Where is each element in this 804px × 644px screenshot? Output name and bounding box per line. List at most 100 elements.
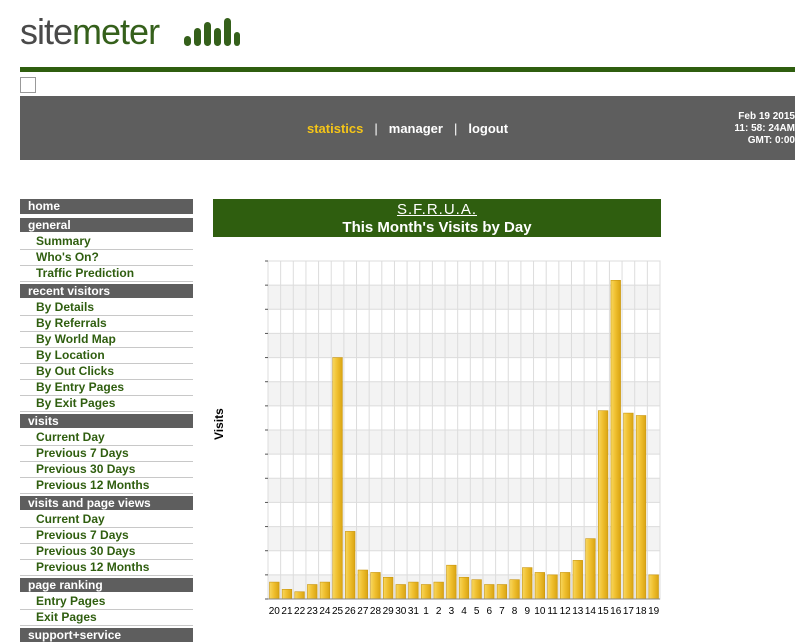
bar bbox=[458, 576, 470, 600]
x-tick-label: 15 bbox=[598, 606, 610, 617]
sidebar-group-support-service: support+service bbox=[20, 628, 193, 642]
sidebar-heading[interactable]: page ranking bbox=[20, 578, 193, 592]
bar bbox=[534, 572, 545, 600]
x-tick-label: 10 bbox=[534, 606, 546, 617]
x-tick-label: 12 bbox=[560, 606, 572, 617]
nav-statistics[interactable]: statistics bbox=[307, 121, 363, 136]
sidebar-item-exit-pages[interactable]: Exit Pages bbox=[20, 610, 193, 626]
sidebar-item-previous-12-months[interactable]: Previous 12 Months bbox=[20, 560, 193, 576]
sidebar-item-by-exit-pages[interactable]: By Exit Pages bbox=[20, 396, 193, 412]
nav-logout[interactable]: logout bbox=[468, 121, 508, 136]
sidebar-item-previous-30-days[interactable]: Previous 30 Days bbox=[20, 462, 193, 478]
bar bbox=[281, 589, 293, 600]
x-tick-label: 8 bbox=[512, 606, 518, 617]
x-tick-label: 18 bbox=[635, 606, 647, 617]
bar bbox=[547, 574, 558, 600]
x-tick-label: 6 bbox=[487, 606, 493, 617]
bar bbox=[446, 564, 457, 600]
x-tick-label: 2 bbox=[436, 606, 442, 617]
sidebar-item-entry-pages[interactable]: Entry Pages bbox=[20, 594, 193, 610]
date-text: Feb 19 2015 bbox=[738, 111, 795, 122]
bar bbox=[610, 280, 621, 600]
sidebar: home general Summary Who's On? Traffic P… bbox=[20, 199, 193, 644]
sidebar-item-previous-30-days[interactable]: Previous 30 Days bbox=[20, 544, 193, 560]
x-tick-label: 11 bbox=[547, 606, 558, 617]
bar bbox=[433, 581, 444, 600]
sidebar-item-by-details[interactable]: By Details bbox=[20, 300, 193, 316]
sidebar-item-by-entry-pages[interactable]: By Entry Pages bbox=[20, 380, 193, 396]
x-tick-label: 20 bbox=[269, 606, 281, 617]
bar bbox=[585, 538, 596, 600]
x-tick-label: 1 bbox=[423, 606, 429, 617]
sidebar-item-by-world-map[interactable]: By World Map bbox=[20, 332, 193, 348]
x-tick-label: 3 bbox=[449, 606, 455, 617]
x-tick-label: 26 bbox=[345, 606, 357, 617]
y-axis-label: Visits bbox=[212, 408, 226, 440]
sidebar-item-summary[interactable]: Summary bbox=[20, 234, 193, 250]
sidebar-item-previous-7-days[interactable]: Previous 7 Days bbox=[20, 446, 193, 462]
x-tick-label: 14 bbox=[585, 606, 597, 617]
nav-separator: | bbox=[374, 121, 378, 136]
broken-image-icon bbox=[20, 77, 36, 93]
sidebar-group-visits: visits Current Day Previous 7 Days Previ… bbox=[20, 414, 193, 494]
sidebar-heading[interactable]: visits and page views bbox=[20, 496, 193, 510]
bar bbox=[370, 572, 381, 600]
chart-header: S.F.R.U.A. This Month's Visits by Day bbox=[213, 199, 661, 237]
x-tick-label: 24 bbox=[319, 606, 331, 617]
header-rule bbox=[20, 67, 795, 72]
x-tick-label: 25 bbox=[332, 606, 344, 617]
sidebar-item-previous-7-days[interactable]: Previous 7 Days bbox=[20, 528, 193, 544]
sidebar-item-by-location[interactable]: By Location bbox=[20, 348, 193, 364]
server-datetime: Feb 19 2015 11: 58: 24AM GMT: 0:00 bbox=[734, 111, 795, 147]
bar bbox=[332, 357, 343, 600]
x-tick-label: 31 bbox=[408, 606, 420, 617]
logo-wordmark: sitemeter bbox=[20, 11, 160, 52]
bar bbox=[484, 584, 495, 600]
sidebar-group-page-ranking: page ranking Entry Pages Exit Pages bbox=[20, 578, 193, 626]
bar bbox=[420, 584, 432, 600]
x-tick-label: 7 bbox=[499, 606, 505, 617]
sidebar-item-whos-on[interactable]: Who's On? bbox=[20, 250, 193, 266]
sidebar-item-by-referrals[interactable]: By Referrals bbox=[20, 316, 193, 332]
sidebar-heading[interactable]: visits bbox=[20, 414, 193, 428]
x-tick-label: 28 bbox=[370, 606, 382, 617]
bar bbox=[496, 584, 508, 600]
bar bbox=[357, 569, 368, 600]
sidebar-item-traffic-prediction[interactable]: Traffic Prediction bbox=[20, 266, 193, 282]
bar bbox=[395, 584, 406, 600]
top-nav: statistics | manager | logout bbox=[307, 121, 508, 136]
bar bbox=[345, 531, 356, 600]
bar bbox=[319, 581, 331, 600]
x-tick-label: 27 bbox=[357, 606, 369, 617]
x-tick-label: 16 bbox=[610, 606, 622, 617]
x-tick-label: 9 bbox=[524, 606, 530, 617]
bar bbox=[383, 576, 394, 600]
site-name-link[interactable]: S.F.R.U.A. bbox=[213, 199, 661, 219]
bar bbox=[623, 412, 634, 600]
time-text: 11: 58: 24AM bbox=[734, 123, 795, 134]
bar bbox=[471, 579, 482, 600]
sidebar-item-current-day[interactable]: Current Day bbox=[20, 430, 193, 446]
timezone-text: GMT: 0:00 bbox=[747, 135, 795, 146]
visits-bar-chart: 20 21 22 23 24 25 26 27 28 29 30 31 1 2 3 4 5 6 7 8 9 10 11 12 1… bbox=[265, 260, 661, 617]
x-tick-label: 13 bbox=[572, 606, 584, 617]
x-tick-label: 5 bbox=[474, 606, 480, 617]
sidebar-heading[interactable]: recent visitors bbox=[20, 284, 193, 298]
sidebar-home[interactable]: home bbox=[20, 199, 193, 214]
x-tick-label: 21 bbox=[281, 606, 293, 617]
sidebar-item-previous-12-months[interactable]: Previous 12 Months bbox=[20, 478, 193, 494]
bar bbox=[522, 567, 533, 600]
sidebar-item-by-out-clicks[interactable]: By Out Clicks bbox=[20, 364, 193, 380]
chart-title: This Month's Visits by Day bbox=[342, 219, 532, 236]
logo-bars-icon bbox=[184, 18, 240, 46]
bar bbox=[635, 415, 647, 600]
bar bbox=[648, 574, 659, 600]
x-tick-label: 19 bbox=[648, 606, 660, 617]
bar bbox=[572, 560, 583, 600]
top-nav-bar: statistics | manager | logout Feb 19 2015 11… bbox=[20, 96, 795, 160]
sidebar-heading[interactable]: general bbox=[20, 218, 193, 232]
sidebar-heading[interactable]: support+service bbox=[20, 628, 193, 642]
nav-manager[interactable]: manager bbox=[389, 121, 443, 136]
sidebar-group-visits-and-page-views: visits and page views Current Day Previo… bbox=[20, 496, 193, 576]
sidebar-item-current-day[interactable]: Current Day bbox=[20, 512, 193, 528]
